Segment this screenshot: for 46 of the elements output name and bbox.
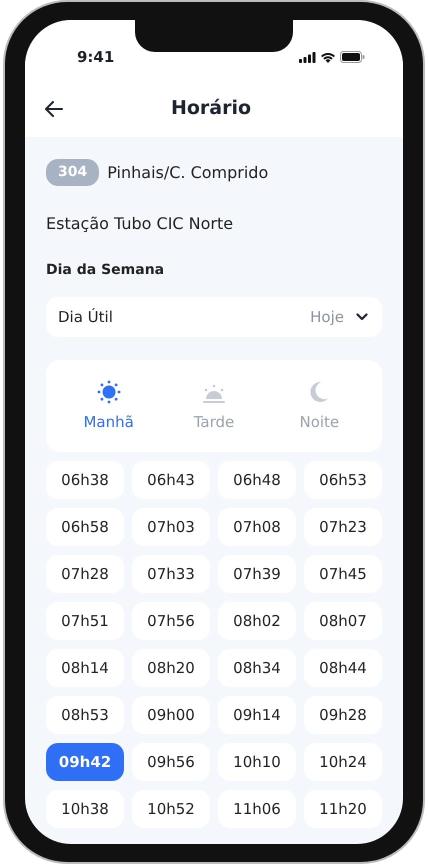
time-button[interactable]: 06h43 <box>132 461 210 499</box>
time-button[interactable]: 07h45 <box>304 555 382 593</box>
time-button[interactable]: 09h14 <box>218 696 296 734</box>
time-button[interactable]: 08h44 <box>304 649 382 687</box>
stop-name: Estação Tubo CIC Norte <box>46 213 234 235</box>
time-button[interactable]: 09h56 <box>132 743 210 781</box>
time-button[interactable]: 07h33 <box>132 555 210 593</box>
time-button[interactable]: 10h10 <box>218 743 296 781</box>
wifi-icon <box>320 52 336 62</box>
time-button[interactable]: 07h51 <box>46 602 124 640</box>
time-button[interactable]: 11h20 <box>304 790 382 828</box>
signal-icon <box>299 52 316 62</box>
time-button[interactable]: 06h53 <box>304 461 382 499</box>
time-button[interactable]: 07h39 <box>218 555 296 593</box>
day-dropdown[interactable]: Dia Útil Hoje <box>46 297 382 337</box>
time-button[interactable]: 08h34 <box>218 649 296 687</box>
route-number: 304 <box>46 159 100 186</box>
period-tab[interactable]: Manhã <box>83 410 134 434</box>
back-arrow-icon[interactable] <box>45 100 63 116</box>
time-button[interactable]: 10h24 <box>304 743 382 781</box>
time-button[interactable]: 06h38 <box>46 461 124 499</box>
time-button[interactable]: 08h20 <box>132 649 210 687</box>
time-button[interactable]: 10h38 <box>46 790 124 828</box>
time-button[interactable]: 10h52 <box>132 790 210 828</box>
time-button[interactable]: 07h56 <box>132 602 210 640</box>
time-button[interactable]: 08h53 <box>46 696 124 734</box>
route-name: Pinhais/C. Comprido <box>107 162 268 184</box>
battery-icon <box>340 51 365 63</box>
time-button[interactable]: 07h23 <box>304 508 382 546</box>
section-label: Dia da Semana <box>46 261 166 280</box>
time-button[interactable]: 08h02 <box>218 602 296 640</box>
time-button[interactable]: 07h28 <box>46 555 124 593</box>
time-button[interactable]: 11h06 <box>218 790 296 828</box>
time-button[interactable]: 06h48 <box>218 461 296 499</box>
time-button[interactable]: 08h14 <box>46 649 124 687</box>
sun-icon <box>96 378 122 405</box>
time-button[interactable]: 08h07 <box>304 602 382 640</box>
time-button[interactable]: 09h42 <box>46 743 124 781</box>
status-time: 9:41 <box>77 46 114 68</box>
chevron-down-icon <box>356 313 368 321</box>
screen-title: Horário <box>170 96 252 122</box>
time-button[interactable]: 07h03 <box>132 508 210 546</box>
time-button[interactable]: 06h58 <box>46 508 124 546</box>
time-button[interactable]: 07h08 <box>218 508 296 546</box>
time-button[interactable]: 09h28 <box>304 696 382 734</box>
time-button[interactable]: 09h00 <box>132 696 210 734</box>
